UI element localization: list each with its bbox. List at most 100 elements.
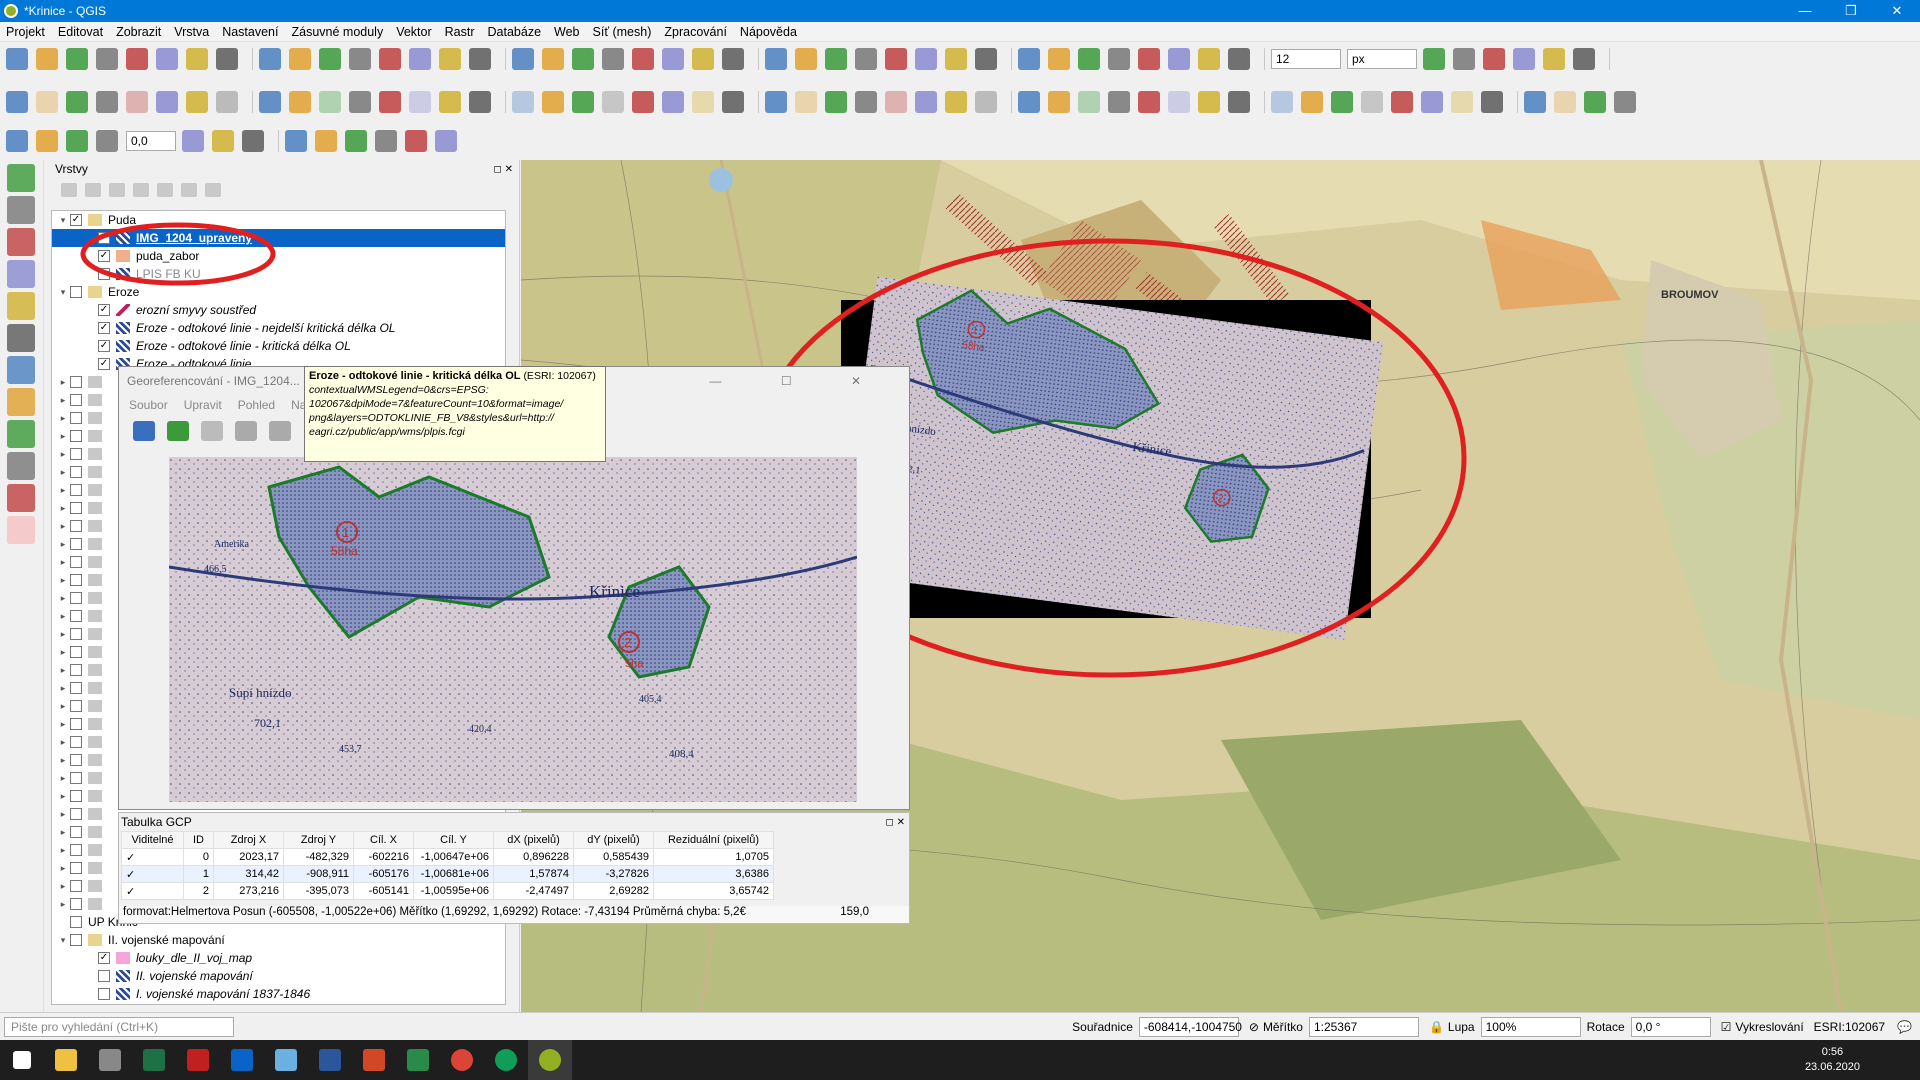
- toolbar-tool-icon[interactable]: [66, 130, 88, 152]
- gcp-column-header[interactable]: ID: [183, 831, 214, 849]
- toolbar-tool-icon[interactable]: [1483, 48, 1505, 70]
- toolbar-tool-icon[interactable]: [242, 130, 264, 152]
- toolbar-tool-icon[interactable]: [126, 48, 148, 70]
- gcp-column-header[interactable]: Reziduální (pixelů): [653, 831, 774, 849]
- toolbar-tool-icon[interactable]: [1168, 91, 1190, 113]
- toolbar-tool-icon[interactable]: [259, 48, 281, 70]
- toolbar-tool-icon[interactable]: [1614, 91, 1636, 113]
- expand-arrow-icon[interactable]: ▾: [56, 935, 70, 946]
- toolbar-tool-icon[interactable]: [1391, 91, 1413, 113]
- chrome-icon[interactable]: [440, 1040, 484, 1080]
- toolbar-tool-icon[interactable]: [319, 91, 341, 113]
- add-layer-icon[interactable]: [7, 452, 35, 480]
- toolbar-tool-icon[interactable]: [692, 91, 714, 113]
- georef-menu-item[interactable]: Soubor: [129, 398, 168, 412]
- toolbar-tool-icon[interactable]: [632, 91, 654, 113]
- toolbar-tool-icon[interactable]: [379, 91, 401, 113]
- gcp-cell[interactable]: ✓: [121, 865, 184, 883]
- toolbar-tool-icon[interactable]: [885, 48, 907, 70]
- georef-menu-item[interactable]: Upravit: [184, 398, 222, 412]
- layer-tree-item[interactable]: ✓ puda_zabor: [52, 247, 505, 265]
- add-layer-icon[interactable]: [7, 228, 35, 256]
- toolbar-tool-icon[interactable]: [602, 91, 624, 113]
- app-red-icon[interactable]: [176, 1040, 220, 1080]
- visibility-checkbox[interactable]: ✓: [98, 304, 110, 316]
- toolbar-tool-icon[interactable]: [439, 91, 461, 113]
- gcp-column-header[interactable]: Cíl. X: [353, 831, 414, 849]
- toolbar-tool-icon[interactable]: [216, 91, 238, 113]
- add-layer-icon[interactable]: [7, 292, 35, 320]
- toolbar-tool-icon[interactable]: [1078, 91, 1100, 113]
- toolbar-tool-icon[interactable]: [96, 130, 118, 152]
- notepad-icon[interactable]: [264, 1040, 308, 1080]
- toolbar-tool-icon[interactable]: [1421, 91, 1443, 113]
- toolbar-tool-icon[interactable]: [1271, 91, 1293, 113]
- toolbar-tool-icon[interactable]: [572, 91, 594, 113]
- visibility-checkbox[interactable]: ✓: [98, 250, 110, 262]
- add-layer-icon[interactable]: [7, 164, 35, 192]
- toolbar-tool-icon[interactable]: [1048, 48, 1070, 70]
- visibility-checkbox[interactable]: ✓: [98, 232, 110, 244]
- layer-tree-item[interactable]: I. vojenské mapování 1837-1846: [52, 985, 505, 1003]
- menu-item[interactable]: Editovat: [58, 25, 103, 39]
- menu-item[interactable]: Rastr: [445, 25, 475, 39]
- gcp-column-header[interactable]: Zdroj Y: [283, 831, 354, 849]
- georef-menu-item[interactable]: Pohled: [238, 398, 275, 412]
- gcp-column-header[interactable]: Zdroj X: [213, 831, 284, 849]
- toolbar-tool-icon[interactable]: [96, 91, 118, 113]
- toolbar-tool-icon[interactable]: [795, 48, 817, 70]
- toolbar-tool-icon[interactable]: [1168, 48, 1190, 70]
- toolbar-tool-icon[interactable]: [1108, 48, 1130, 70]
- unit-select[interactable]: px: [1347, 49, 1417, 69]
- toolbar-tool-icon[interactable]: [1138, 48, 1160, 70]
- toolbar-tool-icon[interactable]: [825, 91, 847, 113]
- toolbar-tool-icon[interactable]: [36, 130, 58, 152]
- maximize-button[interactable]: ❐: [1828, 3, 1874, 19]
- toolbar-tool-icon[interactable]: [632, 48, 654, 70]
- toolbar-tool-icon[interactable]: [1078, 48, 1100, 70]
- qgis-taskbar-icon[interactable]: [528, 1040, 572, 1080]
- menu-item[interactable]: Zobrazit: [116, 25, 161, 39]
- toolbar-tool-icon[interactable]: [542, 91, 564, 113]
- toggle-extents-icon[interactable]: ⊘: [1249, 1020, 1259, 1034]
- coord-field[interactable]: -608414,-1004750: [1138, 1016, 1242, 1037]
- toolbar-tool-icon[interactable]: [156, 48, 178, 70]
- toolbar-tool-icon[interactable]: [315, 130, 337, 152]
- filter-icon[interactable]: [133, 183, 149, 197]
- toolbar-tool-icon[interactable]: [289, 48, 311, 70]
- add-layer-icon[interactable]: [7, 196, 35, 224]
- visibility-checkbox[interactable]: ✓: [98, 952, 110, 964]
- remove-layer-icon[interactable]: [205, 183, 221, 197]
- gcp-column-header[interactable]: Cíl. Y: [413, 831, 494, 849]
- layer-tree-item[interactable]: ✓ Eroze - odtokové linie - kritická délka…: [52, 337, 505, 355]
- toolbar-tool-icon[interactable]: [1453, 48, 1475, 70]
- toolbar-tool-icon[interactable]: [405, 130, 427, 152]
- toolbar-tool-icon[interactable]: [722, 91, 744, 113]
- toolbar-tool-icon[interactable]: [825, 48, 847, 70]
- gcp-column-header[interactable]: dY (pixelů): [573, 831, 654, 849]
- expand-arrow-icon[interactable]: ▾: [56, 287, 70, 298]
- toolbar-tool-icon[interactable]: [572, 48, 594, 70]
- toolbar-tool-icon[interactable]: [975, 48, 997, 70]
- toolbar-tool-icon[interactable]: [662, 48, 684, 70]
- toolbar-tool-icon[interactable]: [1198, 91, 1220, 113]
- toolbar-tool-icon[interactable]: [126, 91, 148, 113]
- visibility-checkbox[interactable]: ✓: [98, 340, 110, 352]
- toolbar-tool-icon[interactable]: [6, 48, 28, 70]
- toolbar-tool-icon[interactable]: [512, 48, 534, 70]
- toolbar-tool-icon[interactable]: [36, 48, 58, 70]
- toolbar-tool-icon[interactable]: [285, 130, 307, 152]
- layer-tree-item[interactable]: ▾ ✓ Puda: [52, 211, 505, 229]
- outlook-icon[interactable]: [220, 1040, 264, 1080]
- app-icon[interactable]: [88, 1040, 132, 1080]
- visibility-checkbox[interactable]: [98, 988, 110, 1000]
- toolbar-tool-icon[interactable]: [542, 48, 564, 70]
- system-clock[interactable]: 0:56 23.06.2020: [1805, 1045, 1860, 1075]
- layer-tree-item[interactable]: ✓ Eroze - odtokové linie - nejdelší kriti…: [52, 319, 505, 337]
- toolbar-tool-icon[interactable]: [1018, 48, 1040, 70]
- toolbar-tool-icon[interactable]: [469, 48, 491, 70]
- excel-icon[interactable]: [132, 1040, 176, 1080]
- visibility-checkbox[interactable]: ✓: [98, 322, 110, 334]
- toolbar-tool-icon[interactable]: [6, 91, 28, 113]
- toolbar-tool-icon[interactable]: [186, 91, 208, 113]
